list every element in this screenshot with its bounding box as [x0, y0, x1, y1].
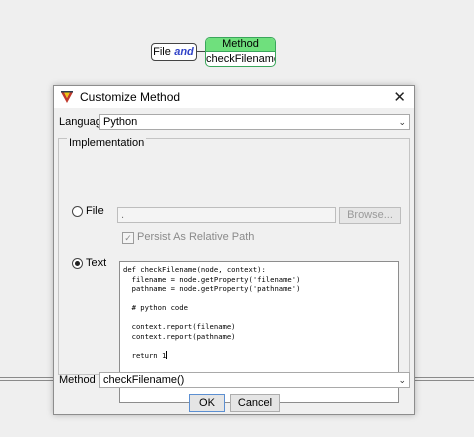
and-node[interactable]: and: [172, 43, 197, 61]
dialog-title: Customize Method: [80, 90, 181, 104]
method-node-name: checkFilename: [206, 53, 276, 65]
file-path-input[interactable]: .: [117, 207, 336, 223]
code-text: def checkFilename(node, context): filena…: [123, 265, 301, 360]
method-node[interactable]: Method checkFilename: [205, 37, 276, 67]
method-label: Method: [59, 374, 96, 386]
close-icon[interactable]: ✕: [393, 88, 406, 106]
cancel-button[interactable]: Cancel: [230, 394, 280, 412]
text-radio[interactable]: [72, 258, 83, 269]
language-select[interactable]: Python ⌄: [99, 114, 410, 130]
implementation-legend: Implementation: [67, 137, 147, 149]
implementation-group: Implementation File . Browse... ✓ Persis…: [58, 137, 410, 403]
customize-method-dialog: Customize Method ✕ Language Python ⌄ Imp…: [53, 85, 415, 415]
browse-button[interactable]: Browse...: [339, 207, 401, 224]
app-logo-icon: [61, 91, 73, 103]
persist-relative-checkbox[interactable]: ✓: [122, 232, 134, 244]
language-value: Python: [103, 116, 138, 128]
chevron-down-icon: ⌄: [398, 375, 406, 385]
file-node[interactable]: File: [151, 43, 173, 61]
dialog-titlebar[interactable]: Customize Method ✕: [54, 86, 414, 108]
method-select[interactable]: checkFilename() ⌄: [99, 372, 410, 388]
method-node-title: Method: [206, 38, 275, 52]
file-radio[interactable]: [72, 206, 83, 217]
method-value: checkFilename(): [103, 374, 185, 386]
file-radio-label[interactable]: File: [86, 205, 104, 217]
text-caret: [166, 350, 168, 359]
text-radio-label[interactable]: Text: [86, 257, 106, 269]
ok-button[interactable]: OK: [189, 394, 225, 412]
persist-relative-label: Persist As Relative Path: [137, 231, 255, 243]
chevron-down-icon: ⌄: [398, 117, 406, 127]
